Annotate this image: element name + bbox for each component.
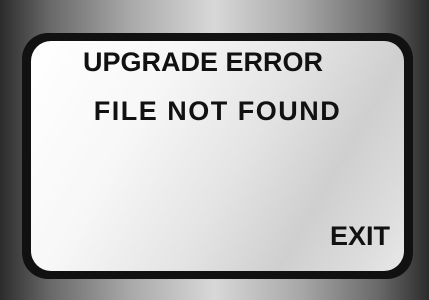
exit-button[interactable]: EXIT (330, 221, 390, 252)
device-frame: UPGRADE ERROR FILE NOT FOUND EXIT (0, 0, 429, 300)
error-title: UPGRADE ERROR (82, 47, 324, 77)
error-message: FILE NOT FOUND (93, 96, 342, 126)
display-screen: UPGRADE ERROR FILE NOT FOUND EXIT (31, 41, 404, 271)
